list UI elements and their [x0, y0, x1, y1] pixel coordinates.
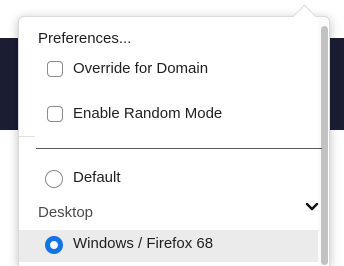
- popup-menu: [18, 16, 330, 266]
- default-radio[interactable]: [45, 170, 63, 188]
- enable-random-mode-checkbox[interactable]: [47, 106, 63, 122]
- windows-firefox-68-radio[interactable]: [45, 236, 63, 254]
- override-for-domain-label[interactable]: Override for Domain: [73, 60, 208, 77]
- background-window: [0, 38, 18, 130]
- group-label-desktop[interactable]: Desktop: [38, 204, 93, 221]
- background-window: [328, 38, 344, 130]
- default-label[interactable]: Default: [73, 169, 121, 186]
- preferences-link[interactable]: Preferences...: [38, 30, 131, 47]
- enable-random-mode-label[interactable]: Enable Random Mode: [73, 105, 222, 122]
- windows-firefox-68-label[interactable]: Windows / Firefox 68: [73, 235, 213, 252]
- chevron-down-icon[interactable]: [305, 199, 319, 217]
- scrollbar-thumb[interactable]: [321, 26, 328, 265]
- divider: [19, 136, 35, 137]
- divider: [36, 148, 322, 149]
- override-for-domain-checkbox[interactable]: [47, 61, 63, 77]
